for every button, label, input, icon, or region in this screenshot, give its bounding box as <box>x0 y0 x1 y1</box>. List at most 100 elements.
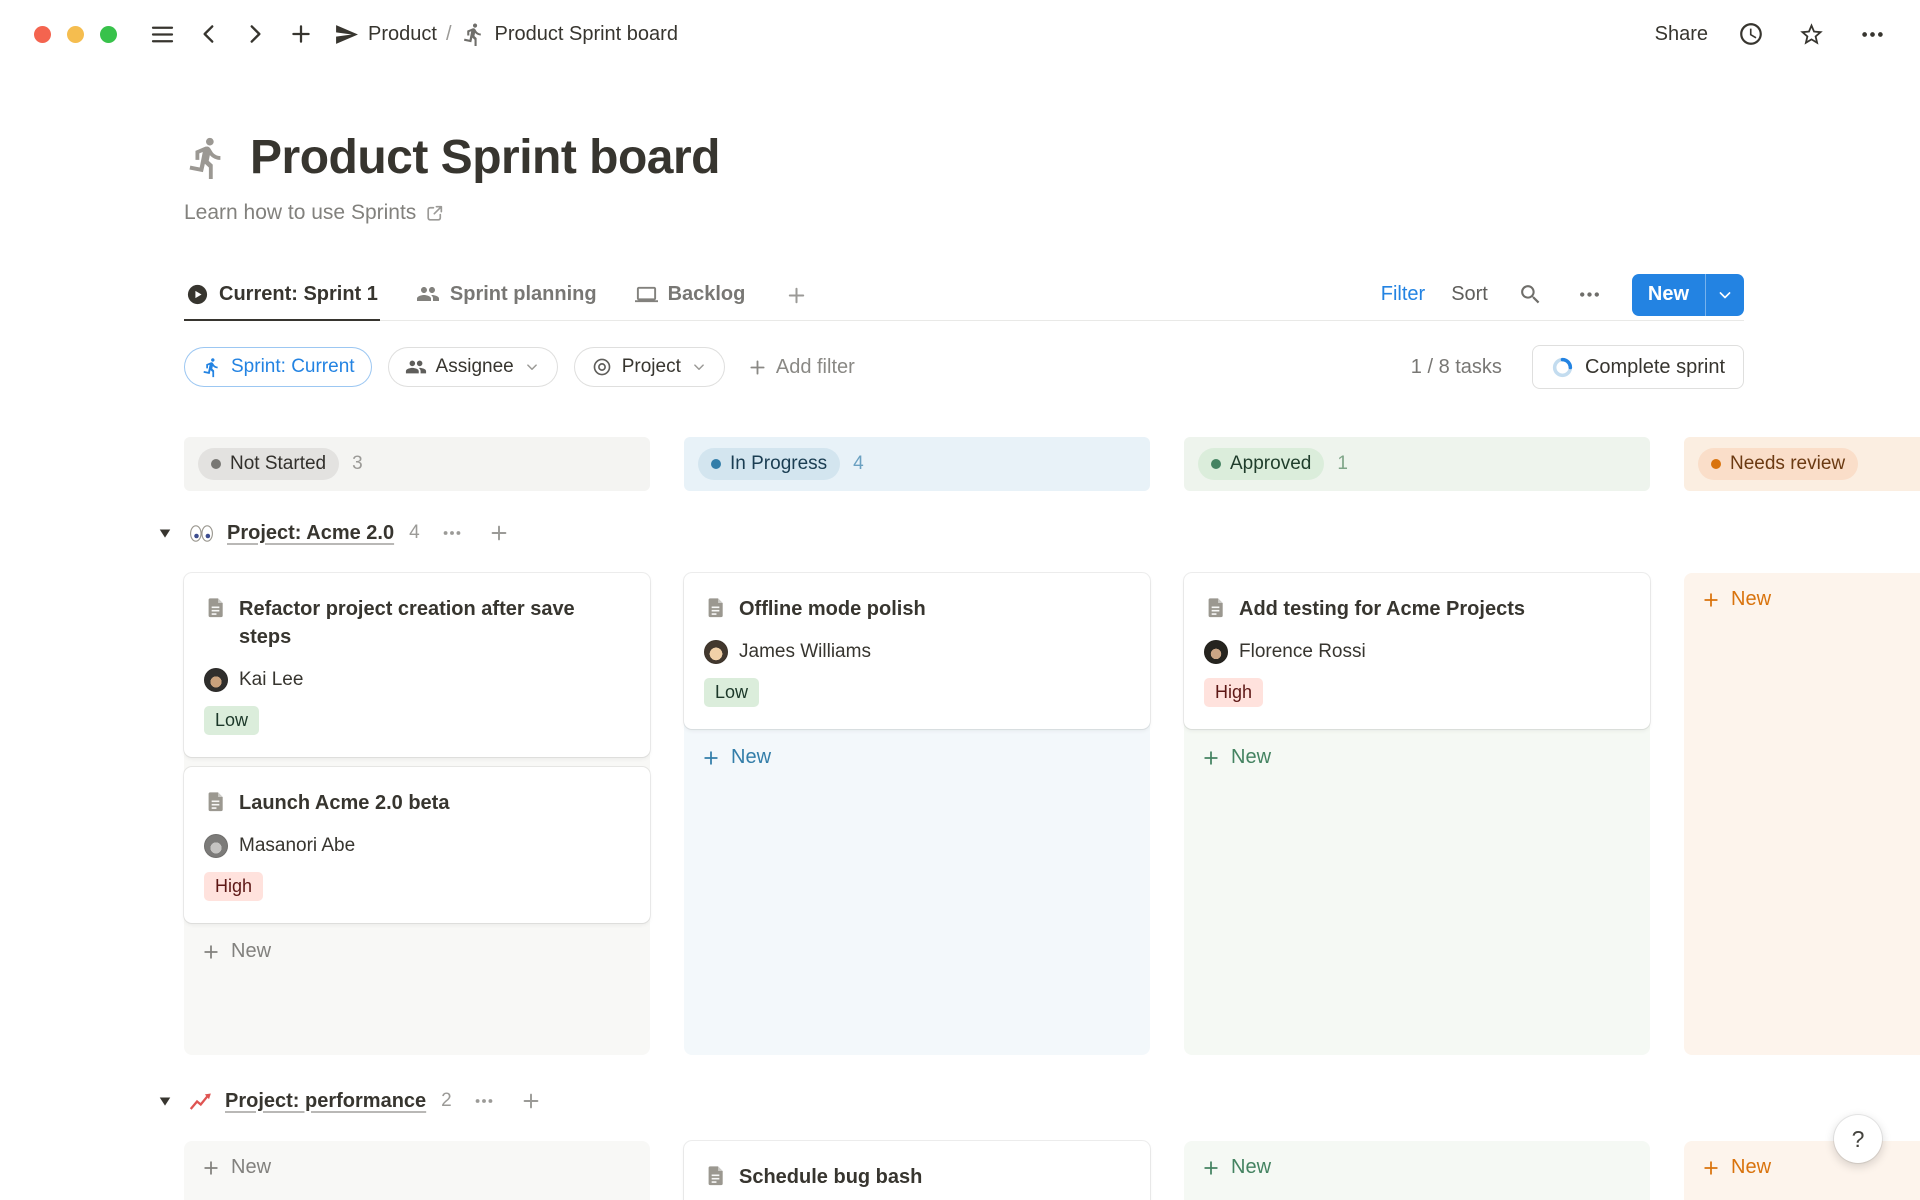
status-label: In Progress <box>730 453 827 475</box>
add-filter-label: Add filter <box>776 356 855 379</box>
close-button[interactable] <box>34 26 51 43</box>
column-count: 1 <box>1337 453 1348 475</box>
new-card-button[interactable]: New <box>1190 739 1644 776</box>
status-label: Not Started <box>230 453 326 475</box>
card-title: Launch Acme 2.0 beta <box>239 789 449 817</box>
share-button[interactable]: Share <box>1655 23 1708 46</box>
task-card[interactable]: Schedule bug bash <box>684 1141 1150 1200</box>
avatar <box>204 834 228 858</box>
assignee-filter-pill[interactable]: Assignee <box>388 347 558 387</box>
new-card-button[interactable]: New <box>190 1149 644 1186</box>
lane-needs-review: New <box>1684 1141 1920 1200</box>
group-title[interactable]: Project: Acme 2.0 <box>227 522 394 545</box>
group-count: 4 <box>409 522 420 544</box>
learn-link-label: Learn how to use Sprints <box>184 201 416 225</box>
help-button[interactable]: ? <box>1834 1115 1882 1163</box>
new-card-button[interactable]: New <box>1690 581 1920 618</box>
tab-current-sprint[interactable]: Current: Sprint 1 <box>184 270 380 321</box>
breadcrumb-item-product[interactable]: Product <box>334 22 437 47</box>
more-options-icon[interactable] <box>1855 17 1890 52</box>
external-link-icon <box>424 203 445 224</box>
project-filter-pill[interactable]: Project <box>574 347 725 387</box>
new-page-icon[interactable] <box>282 15 320 53</box>
learn-sprints-link[interactable]: Learn how to use Sprints <box>184 201 1920 225</box>
collapse-triangle-icon[interactable] <box>154 1090 176 1112</box>
status-dot <box>211 459 221 469</box>
tab-backlog[interactable]: Backlog <box>633 270 748 321</box>
status-dot <box>711 459 721 469</box>
group-header: Project: Acme 2.0 4 <box>154 513 1920 553</box>
chevron-down-icon <box>523 358 541 376</box>
new-card-button[interactable]: New <box>190 933 644 970</box>
tab-label: Backlog <box>668 283 746 306</box>
filter-button[interactable]: Filter <box>1381 283 1425 306</box>
zoom-button[interactable] <box>100 26 117 43</box>
page-runner-icon[interactable] <box>184 135 230 181</box>
group-add-icon[interactable] <box>484 518 514 548</box>
complete-sprint-button[interactable]: Complete sprint <box>1532 345 1744 389</box>
status-badge[interactable]: Approved <box>1198 448 1324 480</box>
lane-needs-review: New <box>1684 573 1920 1055</box>
new-button-label[interactable]: New <box>1632 274 1705 316</box>
lane-in-progress: Schedule bug bash New <box>684 1141 1150 1200</box>
plus-icon <box>201 1158 221 1178</box>
breadcrumb-item-sprint-board[interactable]: Product Sprint board <box>461 22 678 47</box>
plus-icon <box>1201 1158 1221 1178</box>
column-header-approved: Approved 1 <box>1184 437 1650 491</box>
status-badge[interactable]: Needs review <box>1698 448 1858 480</box>
add-filter-button[interactable]: Add filter <box>747 356 855 379</box>
project-filter-label: Project <box>622 356 681 378</box>
new-card-label: New <box>1231 746 1271 769</box>
assignee-name: James Williams <box>739 641 871 663</box>
new-dropdown-icon[interactable] <box>1705 274 1744 316</box>
view-more-icon[interactable] <box>1573 278 1606 311</box>
board-group-acme: Project: Acme 2.0 4 Refactor project cre… <box>184 513 1920 1055</box>
group-add-icon[interactable] <box>516 1086 546 1116</box>
sprint-filter-pill[interactable]: Sprint: Current <box>184 347 372 387</box>
lane-approved: Add testing for Acme Projects Florence R… <box>1184 573 1650 1055</box>
task-card[interactable]: Offline mode polish James Williams Low <box>684 573 1150 729</box>
breadcrumb-label: Product <box>368 23 437 46</box>
new-card-button[interactable]: New <box>690 739 1144 776</box>
new-card-label: New <box>1231 1156 1271 1179</box>
task-card[interactable]: Add testing for Acme Projects Florence R… <box>1184 573 1650 729</box>
history-icon[interactable] <box>1734 17 1768 51</box>
avatar <box>204 668 228 692</box>
new-button[interactable]: New <box>1632 274 1744 316</box>
collapse-triangle-icon[interactable] <box>154 522 176 544</box>
task-card[interactable]: Launch Acme 2.0 beta Masanori Abe High <box>184 767 650 923</box>
tab-sprint-planning[interactable]: Sprint planning <box>414 269 599 321</box>
add-view-icon[interactable] <box>783 271 810 320</box>
favorite-star-icon[interactable] <box>1794 17 1829 52</box>
sidebar-menu-icon[interactable] <box>143 15 182 54</box>
lane-approved: New <box>1184 1141 1650 1200</box>
search-icon[interactable] <box>1514 278 1547 311</box>
task-count: 1 / 8 tasks <box>1411 356 1502 379</box>
forward-icon[interactable] <box>236 15 274 53</box>
lane-in-progress: Offline mode polish James Williams Low N… <box>684 573 1150 1055</box>
card-title: Add testing for Acme Projects <box>1239 595 1525 623</box>
new-card-button[interactable]: New <box>1690 1149 1920 1186</box>
runner-icon <box>461 22 486 47</box>
sort-button[interactable]: Sort <box>1451 283 1488 306</box>
priority-badge: High <box>204 872 263 901</box>
back-icon[interactable] <box>190 15 228 53</box>
page-icon <box>204 790 227 813</box>
group-more-icon[interactable] <box>469 1086 499 1116</box>
status-badge[interactable]: Not Started <box>198 448 339 480</box>
people-icon <box>416 282 440 306</box>
column-header-in-progress: In Progress 4 <box>684 437 1150 491</box>
plus-icon <box>1201 748 1221 768</box>
page-title: Product Sprint board <box>250 130 720 185</box>
status-badge[interactable]: In Progress <box>698 448 840 480</box>
assignee-name: Florence Rossi <box>1239 641 1366 663</box>
kanban-board: Not Started 3 In Progress 4 Approved 1 N… <box>184 437 1920 1200</box>
view-tabs-bar: Current: Sprint 1 Sprint planning Backlo… <box>184 269 1744 321</box>
task-card[interactable]: Refactor project creation after save ste… <box>184 573 650 757</box>
column-header-not-started: Not Started 3 <box>184 437 650 491</box>
group-title[interactable]: Project: performance <box>225 1090 426 1113</box>
priority-badge: Low <box>704 678 759 707</box>
minimize-button[interactable] <box>67 26 84 43</box>
new-card-button[interactable]: New <box>1190 1149 1644 1186</box>
group-more-icon[interactable] <box>437 518 467 548</box>
